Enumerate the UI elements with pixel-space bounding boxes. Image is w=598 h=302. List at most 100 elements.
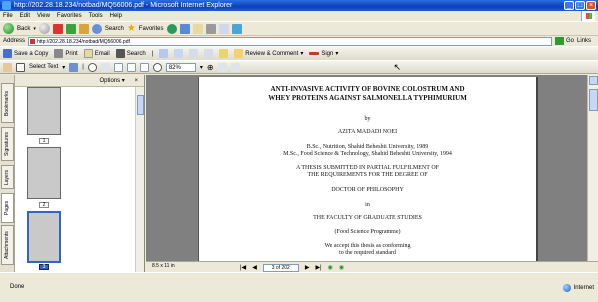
acrobat-search-label: Search [126,50,146,57]
email-button[interactable]: Email [83,49,110,58]
back-button-label[interactable]: Back [17,26,30,32]
address-input[interactable]: http://202.28.18.234/notbad/MQ56006.pdf [28,36,553,46]
zoom-input[interactable]: 82% [165,62,196,72]
zoom-out-icon[interactable] [152,62,162,72]
mail-icon[interactable] [192,23,203,34]
favorites-star-icon[interactable]: ★ [127,23,136,34]
select-dropdown-icon[interactable]: ▾ [62,64,65,71]
menu-tools[interactable]: Tools [89,11,103,21]
rotate-icon[interactable] [217,62,227,72]
links-label[interactable]: Links [577,38,591,44]
zoom-icon[interactable] [87,62,97,72]
previous-view-icon[interactable]: ◉ [328,264,333,271]
last-page-icon[interactable]: ▶| [315,264,321,271]
email-label: Email [94,50,110,57]
tab-bookmarks[interactable]: Bookmarks [1,83,14,123]
sign-label: Sign [321,50,334,57]
favorites-button-label[interactable]: Favorites [139,26,164,32]
panel-close-icon[interactable]: × [134,78,138,84]
by-text: by [364,116,371,122]
menu-favorites[interactable]: Favorites [57,11,82,21]
home-icon[interactable] [78,23,89,34]
search-button-label[interactable]: Search [105,26,124,32]
printer-icon [54,49,64,58]
first-page-icon[interactable]: |◀ [240,264,246,271]
rotate-right-icon[interactable] [230,62,240,72]
menu-edit[interactable]: Edit [20,11,30,21]
review-comment-button[interactable]: Review & Comment ▾ [234,49,303,58]
pdf-page: ANTI-INVASIVE ACTIVITY OF BOVINE COLOSTR… [198,77,538,261]
highlight-icon[interactable] [219,49,229,58]
stop-icon[interactable] [52,23,63,34]
messenger-icon[interactable] [231,23,242,34]
pages-panel-scrollbar[interactable] [135,87,144,272]
tool-icon-2[interactable] [174,49,184,58]
media-icon[interactable] [166,23,177,34]
thesis-title-line-1: ANTI-INVASIVE ACTIVITY OF BOVINE COLOSTR… [270,85,465,93]
acrobat-search-button[interactable]: Search [115,49,146,58]
actual-size-icon[interactable] [113,62,123,72]
go-button[interactable]: Go [555,37,574,45]
options-dropdown-icon[interactable]: ▾ [122,78,125,84]
acceptance-line-1: We accept this thesis as conforming [324,243,411,249]
tab-attachments[interactable]: Attachments [1,225,14,265]
menu-help[interactable]: Help [110,11,122,21]
document-view[interactable]: ANTI-INVASIVE ACTIVITY OF BOVINE COLOSTR… [146,75,587,261]
thesis-title-line-2: WHEY PROTEINS AGAINST SALMONELLA TYPHIMU… [268,94,467,102]
go-label: Go [566,38,575,44]
fit-width-icon[interactable] [139,62,149,72]
page-thumbnail[interactable] [27,147,61,199]
page-navigation-bar: 8.5 x 11 in |◀ ◀ 3 of 202 ▶ ▶| ◉ ◉ [146,261,598,272]
document-scroll-thumb[interactable] [589,89,598,111]
page-thumbnail-label-selected: 3 [39,264,49,270]
close-button[interactable]: × [586,1,596,10]
tool-icon-1[interactable] [159,49,169,58]
print-button[interactable]: Print [54,49,78,58]
menu-view[interactable]: View [37,11,50,21]
forward-arrow-icon[interactable] [38,23,50,34]
zoom-select-dropdown-icon[interactable]: ▾ [200,64,203,71]
zoom-in-icon[interactable]: ⊕ [207,63,214,72]
select-text-icon[interactable] [16,62,25,72]
page-thumbnail[interactable] [27,87,61,135]
zoom-dropdown-icon[interactable] [100,62,110,72]
security-zone: Internet [562,284,594,292]
sign-button[interactable]: Sign ▾ [309,50,338,57]
document-scrollbar[interactable] [587,75,598,261]
next-view-icon[interactable]: ◉ [339,264,344,271]
acceptance-line-2: to the required standard [339,250,396,256]
menu-file[interactable]: File [3,11,13,21]
dropdown-icon[interactable]: ▾ [33,26,36,32]
back-arrow-icon[interactable] [3,23,14,34]
degree-line-1: B.Sc., Nutrition, Shahid Beheshti Univer… [306,144,429,150]
undo-icon[interactable] [189,49,199,58]
save-copy-button[interactable]: Save a Copy [3,49,48,58]
scroll-up-arrow-icon[interactable] [589,76,598,85]
snapshot-icon[interactable] [69,62,79,72]
history-icon[interactable] [179,23,190,34]
fit-page-icon[interactable] [126,62,136,72]
tab-signatures[interactable]: Signatures [1,127,14,161]
review-icon [234,49,244,58]
faculty-name: THE FACULTY OF GRADUATE STUDIES [313,215,422,221]
pages-scroll-thumb[interactable] [137,95,144,115]
refresh-icon[interactable] [65,23,76,34]
next-page-icon[interactable]: ▶ [305,264,310,271]
tab-pages[interactable]: Pages [1,193,14,223]
zone-label: Internet [573,285,594,291]
previous-page-icon[interactable]: ◀ [252,264,257,271]
minimize-button[interactable]: _ [564,1,574,10]
edit-icon[interactable] [218,23,229,34]
redo-icon[interactable] [204,49,214,58]
search-icon[interactable] [91,23,102,34]
hand-tool-icon[interactable] [3,62,12,72]
tab-layers[interactable]: Layers [1,165,14,189]
internet-explorer-icon [2,1,11,10]
select-text-label[interactable]: Select Text [29,64,58,70]
options-menu[interactable]: Options [99,78,120,84]
page-size-label: 8.5 x 11 in [152,263,175,269]
page-thumbnail[interactable] [27,211,61,263]
print-icon[interactable] [205,23,216,34]
maximize-button[interactable]: □ [575,1,585,10]
page-number-input[interactable]: 3 of 202 [262,263,299,272]
